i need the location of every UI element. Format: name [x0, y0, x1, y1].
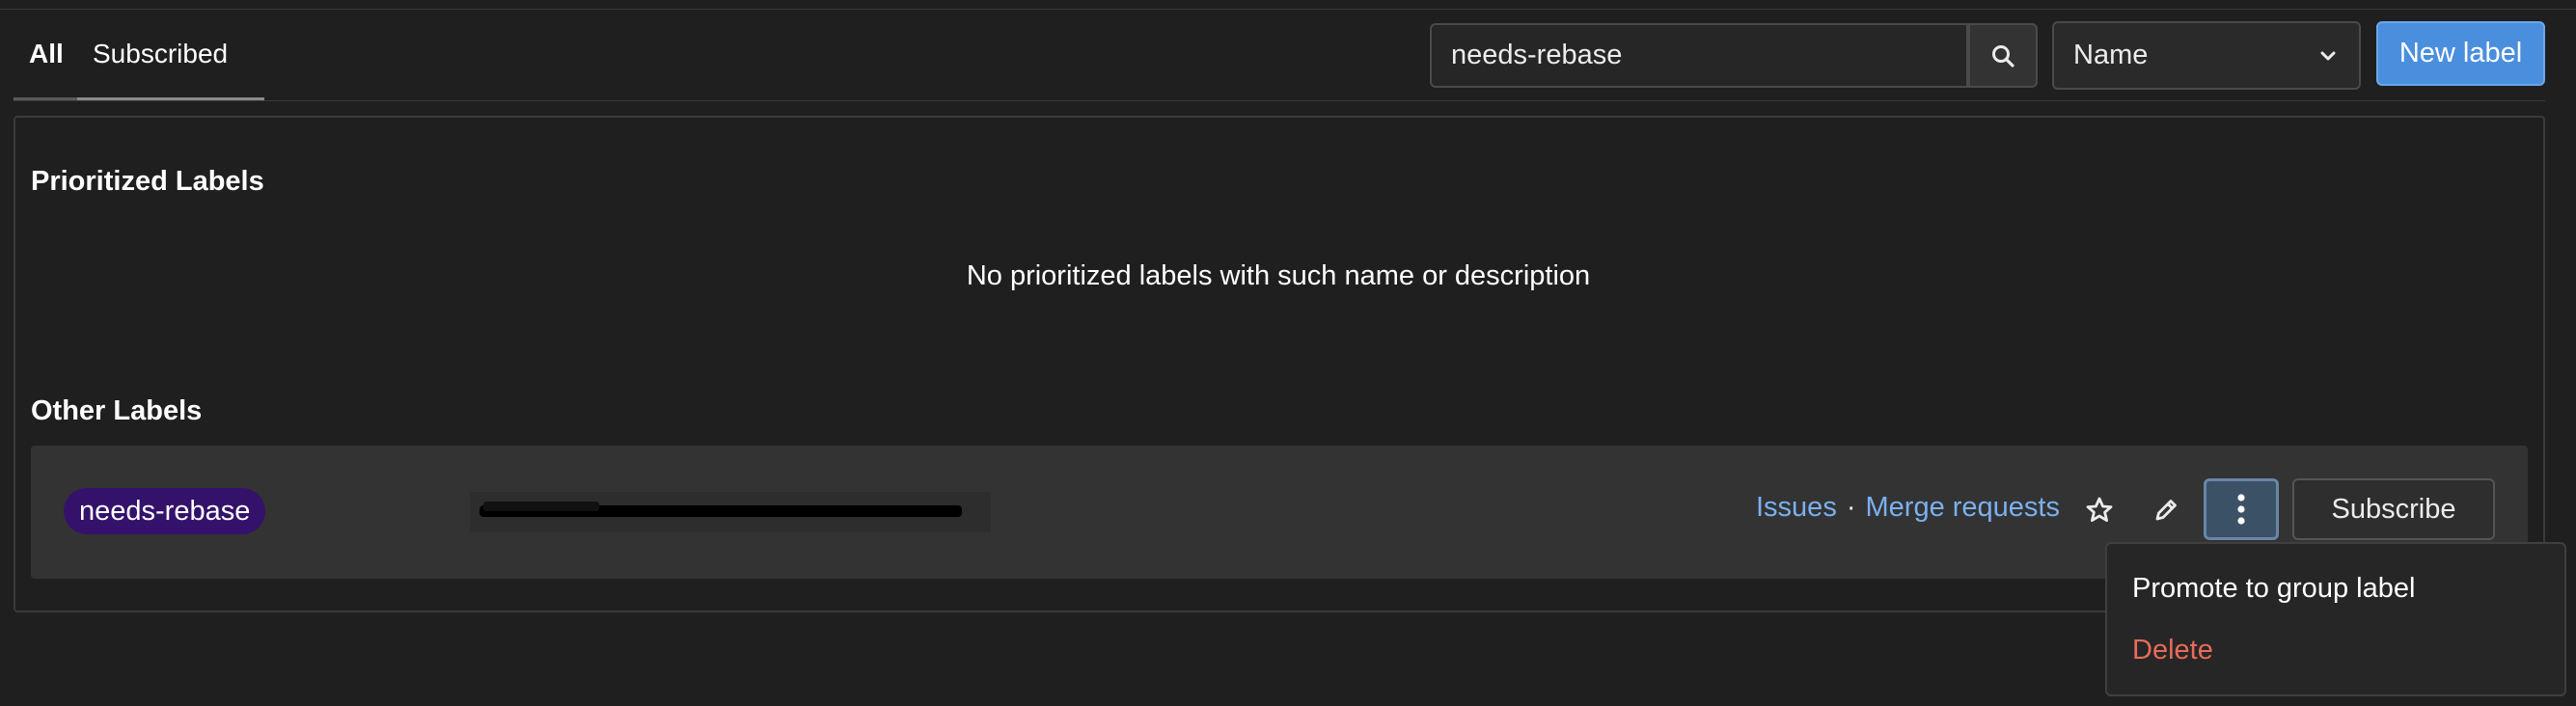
search-field[interactable] [1430, 23, 1968, 88]
pencil-icon [2155, 500, 2177, 521]
label-actions-menu: Promote to group label Delete [2105, 542, 2566, 696]
sort-selected-value: Name [2073, 40, 2149, 70]
search-input[interactable] [1451, 25, 1953, 86]
edit-label-button[interactable] [2138, 482, 2194, 538]
chevron-down-icon [2320, 51, 2336, 61]
more-actions-button[interactable] [2204, 478, 2279, 540]
subscribe-button[interactable]: Subscribe [2292, 478, 2495, 540]
prioritized-empty-message: No prioritized labels with such name or … [966, 260, 1591, 291]
top-divider [0, 9, 2576, 10]
redaction-bar-small [483, 502, 599, 511]
label-pill[interactable]: needs-rebase [64, 488, 266, 534]
search-icon [1992, 44, 2014, 68]
prioritized-labels-heading: Prioritized Labels [31, 166, 264, 197]
prioritize-button[interactable] [2071, 482, 2127, 538]
sort-dropdown[interactable]: Name [2052, 21, 2361, 90]
link-separator: · [1846, 492, 1856, 523]
nav-divider [14, 100, 2545, 101]
other-labels-heading: Other Labels [31, 395, 203, 426]
label-links: Issues · Merge requests [1756, 484, 2060, 530]
tab-subscribed[interactable]: Subscribed [93, 19, 228, 100]
merge-requests-link[interactable]: Merge requests [1866, 492, 2061, 523]
issues-link[interactable]: Issues [1756, 492, 1837, 523]
search-button[interactable] [1968, 23, 2038, 88]
kebab-icon [2237, 494, 2245, 525]
redacted-description [470, 492, 991, 532]
delete-label-item[interactable]: Delete [2132, 635, 2213, 666]
new-label-button[interactable]: New label [2376, 21, 2545, 86]
promote-to-group-label-item[interactable]: Promote to group label [2132, 573, 2415, 605]
star-icon [2086, 497, 2113, 523]
tab-all[interactable]: All [29, 19, 64, 100]
